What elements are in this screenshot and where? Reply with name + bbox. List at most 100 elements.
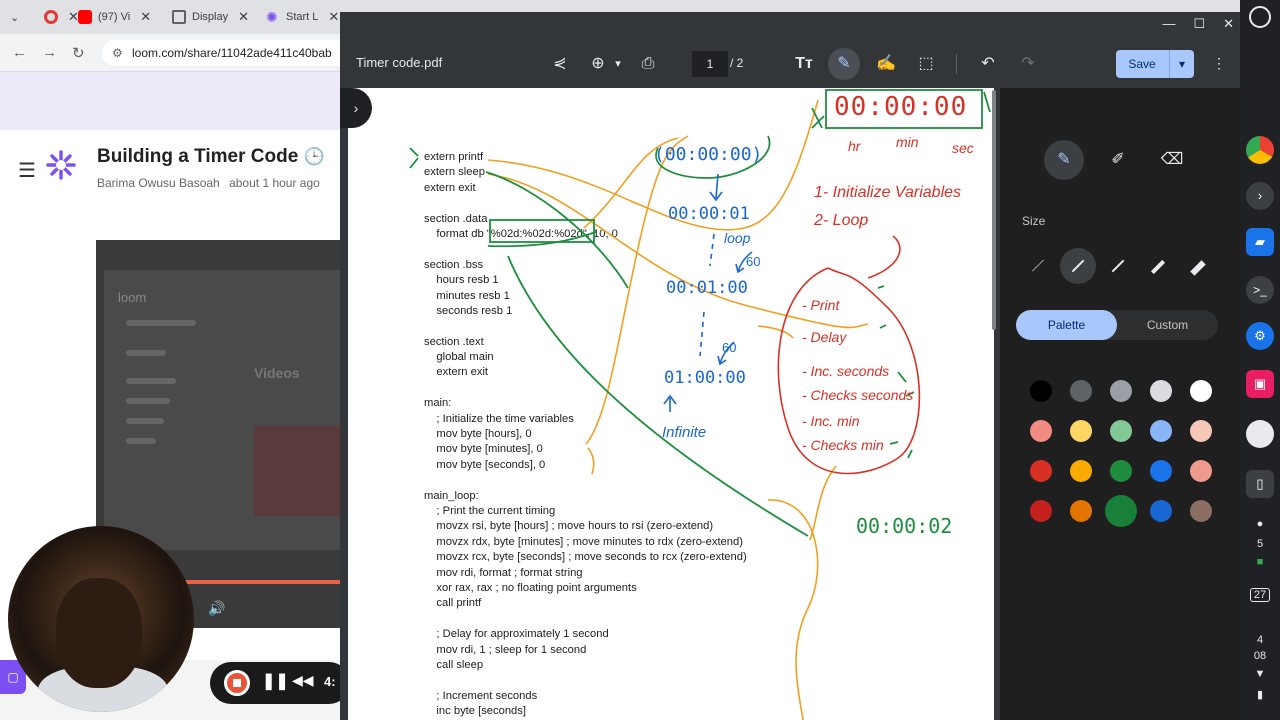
- color-swatch[interactable]: [1190, 500, 1212, 522]
- loom-icon: ✺: [266, 9, 278, 25]
- signature-icon[interactable]: ✍: [874, 52, 898, 76]
- chrome-icon[interactable]: [1246, 136, 1274, 164]
- site-info-icon[interactable]: ⚙: [112, 40, 123, 66]
- app-icon[interactable]: ▣: [1246, 370, 1274, 398]
- undo-icon[interactable]: ↶: [976, 52, 1000, 76]
- page-number-input[interactable]: 1: [692, 51, 728, 77]
- address-bar: ← → ↻ ⚙ loom.com/share/11042ade411c40bab: [0, 34, 352, 72]
- zoom-dropdown-icon[interactable]: ▾: [606, 52, 630, 76]
- launcher-icon[interactable]: [1249, 6, 1271, 28]
- color-swatch[interactable]: [1030, 460, 1052, 482]
- tab-custom[interactable]: Custom: [1117, 310, 1218, 340]
- size-option-5[interactable]: [1180, 248, 1216, 284]
- hw-min: min: [896, 134, 919, 150]
- close-icon[interactable]: ✕: [238, 9, 249, 25]
- youtube-icon: [78, 10, 92, 24]
- pdf-scrollbar[interactable]: [992, 90, 996, 330]
- color-swatch[interactable]: [1030, 380, 1052, 402]
- pen-icon[interactable]: ✎: [1044, 140, 1084, 180]
- files-icon[interactable]: ▰: [1246, 228, 1274, 256]
- draw-icon[interactable]: ✎: [828, 48, 860, 80]
- tab-youtube[interactable]: (97) Vi ✕: [78, 4, 151, 30]
- menu-icon[interactable]: ☰: [18, 158, 36, 183]
- eraser-icon[interactable]: ⌫: [1152, 140, 1192, 180]
- size-option-1[interactable]: [1020, 248, 1056, 284]
- close-icon[interactable]: ✕: [328, 9, 339, 25]
- pause-button[interactable]: ❚❚: [262, 671, 289, 691]
- share-icon[interactable]: ⋞: [548, 52, 572, 76]
- tab-display[interactable]: Display ✕: [172, 4, 249, 30]
- color-swatch[interactable]: [1190, 460, 1212, 482]
- tab-search-dropdown[interactable]: ⌄: [10, 4, 19, 30]
- video-row: [126, 398, 170, 404]
- save-dropdown-icon[interactable]: ▾: [1169, 50, 1194, 78]
- notification-dot-icon: ●: [1256, 518, 1264, 530]
- recording-controls: ❚❚ ◀◀ 4:: [210, 662, 350, 704]
- color-swatch[interactable]: [1190, 420, 1212, 442]
- text-annotation-icon[interactable]: Tт: [792, 52, 816, 76]
- wifi-icon[interactable]: ▼: [1240, 668, 1280, 680]
- volume-icon[interactable]: 🔊: [208, 600, 225, 617]
- color-swatch[interactable]: [1030, 500, 1052, 522]
- forward-icon[interactable]: →: [42, 44, 57, 61]
- calendar-date[interactable]: 27: [1250, 588, 1270, 602]
- color-swatch[interactable]: [1150, 460, 1172, 482]
- video-author: Barima Owusu Basoah about 1 hour ago: [97, 176, 320, 190]
- size-option-4[interactable]: [1140, 248, 1176, 284]
- restart-button[interactable]: ◀◀: [292, 672, 314, 689]
- color-swatch[interactable]: [1110, 420, 1132, 442]
- color-swatch[interactable]: [1190, 380, 1212, 402]
- hw-loop: loop: [724, 230, 751, 246]
- more-options-icon[interactable]: ⋮: [1212, 55, 1226, 72]
- terminal-icon[interactable]: >_: [1246, 276, 1274, 304]
- hw-t0: (00:00:00): [654, 144, 763, 165]
- size-option-3[interactable]: [1100, 248, 1136, 284]
- page-total: / 2: [730, 56, 744, 70]
- save-button[interactable]: Save ▾: [1116, 50, 1194, 78]
- hw-step1: 1- Initialize Variables: [814, 184, 962, 201]
- color-swatch[interactable]: [1150, 500, 1172, 522]
- clock-hour[interactable]: 4: [1240, 634, 1280, 646]
- redo-icon[interactable]: ↷: [1016, 52, 1040, 76]
- reload-icon[interactable]: ↻: [72, 44, 85, 62]
- url-input[interactable]: ⚙ loom.com/share/11042ade411c40bab: [102, 40, 352, 66]
- hw-loop-list: - Print - Delay - Inc. seconds - Checks …: [802, 292, 913, 456]
- size-option-2[interactable]: [1060, 248, 1096, 284]
- color-swatch[interactable]: [1070, 380, 1092, 402]
- color-swatch[interactable]: [1105, 495, 1137, 527]
- tab-loom[interactable]: ✺ Start L ✕: [266, 4, 339, 30]
- current-page: 1: [706, 57, 714, 71]
- close-icon[interactable]: ✕: [140, 9, 151, 25]
- highlighter-icon[interactable]: ✐: [1098, 140, 1138, 180]
- app-icon[interactable]: [1246, 420, 1274, 448]
- clock-minute[interactable]: 08: [1240, 650, 1280, 662]
- video-row: [126, 418, 164, 424]
- maximize-icon[interactable]: ☐: [1193, 16, 1205, 32]
- tab-record[interactable]: ✕: [44, 4, 79, 30]
- settings-icon[interactable]: ⚙: [1246, 322, 1274, 350]
- webcam-person: [56, 578, 142, 688]
- minimize-icon[interactable]: —: [1162, 16, 1175, 32]
- tab-palette[interactable]: Palette: [1016, 310, 1117, 340]
- color-swatch[interactable]: [1070, 420, 1092, 442]
- author-name[interactable]: Barima Owusu Basoah: [97, 176, 220, 190]
- battery-icon[interactable]: ▮: [1240, 688, 1280, 701]
- notification-count[interactable]: 5: [1240, 538, 1280, 550]
- close-window-icon[interactable]: ✕: [1223, 16, 1234, 32]
- video-thumbnail: [254, 426, 340, 516]
- color-swatch[interactable]: [1030, 420, 1052, 442]
- webcam-bubble[interactable]: [8, 526, 194, 712]
- print-icon[interactable]: ⎙: [636, 52, 660, 76]
- color-swatch[interactable]: [1110, 380, 1132, 402]
- select-area-icon[interactable]: ⬚: [914, 52, 938, 76]
- phone-hub-icon[interactable]: ▯: [1246, 470, 1274, 498]
- terminal-app-icon[interactable]: ›: [1246, 182, 1274, 210]
- color-swatch[interactable]: [1070, 460, 1092, 482]
- color-swatch[interactable]: [1070, 500, 1092, 522]
- pdf-page[interactable]: extern printf extern sleep extern exit sect…: [348, 88, 994, 720]
- color-swatch[interactable]: [1110, 460, 1132, 482]
- color-swatch[interactable]: [1150, 420, 1172, 442]
- stop-recording-button[interactable]: [224, 670, 250, 696]
- color-swatch[interactable]: [1150, 380, 1172, 402]
- back-icon[interactable]: ←: [12, 44, 27, 61]
